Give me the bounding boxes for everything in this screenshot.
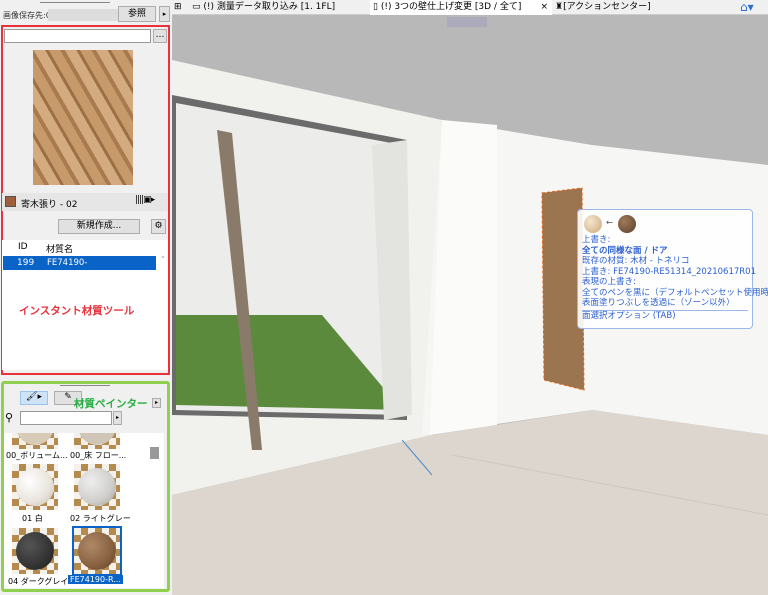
browse-button[interactable]: 参照 xyxy=(118,6,156,22)
material-color-swatch xyxy=(5,196,16,207)
tab-label: (!) 測量データ取り込み [1. 1FL] xyxy=(203,2,336,12)
panel-grip[interactable] xyxy=(60,385,110,386)
search-options-arrow-icon[interactable]: ▸ xyxy=(113,411,122,425)
table-row[interactable]: 199 FE74190-RE51314_202106 xyxy=(3,256,156,282)
tab-action-center[interactable]: ♜[アクションセンター] xyxy=(555,0,651,15)
search-icon: ⚲ xyxy=(5,411,14,424)
material-override-tooltip: ← 上書き: 全ての同様な面 / ドア 既存の材質: 木材 - トネリコ 上書き… xyxy=(577,209,768,329)
tooltip-line: 表現の上書き: xyxy=(582,277,636,287)
arrow-left-icon: ← xyxy=(606,218,614,228)
material-search-input[interactable] xyxy=(20,411,112,425)
tab-3d-active[interactable]: ▯ (!) 3つの壁仕上げ変更 [3D / 全て] × xyxy=(370,0,552,15)
panel-menu-arrow-icon[interactable]: ▸ xyxy=(152,398,161,408)
thumbnail-label: 00_ボリューム... xyxy=(6,451,68,460)
scroll-up-icon[interactable]: ˄ xyxy=(161,256,166,266)
left-panel: 画像保存先:C:¥ 参照 ▸ … 寄木張り - 02 ||||▣▸ 新規作成..… xyxy=(0,0,172,595)
row-name: FE74190-RE51314_202106 xyxy=(47,258,123,282)
tab-label: (!) 3つの壁仕上げ変更 [3D / 全て] xyxy=(380,2,522,12)
thumbnail-label: 01 白 xyxy=(22,514,43,523)
save-path-field[interactable] xyxy=(48,9,118,21)
tooltip-line: 表面塗りつぶしを透過に（ゾーン以外） xyxy=(582,298,735,308)
annotation-instant-material-tool: インスタント材質ツール xyxy=(19,305,135,317)
more-button[interactable]: … xyxy=(153,29,167,43)
material-thumbnail[interactable] xyxy=(12,464,58,510)
material-texture-preview xyxy=(33,50,133,185)
material-name: 寄木張り - 02 xyxy=(21,200,78,210)
column-header-name[interactable]: 材質名 xyxy=(46,242,73,255)
material-thumbnail-list: 00_ボリューム... 00_床 フロー... 01 白 02 ライトグレー 0… xyxy=(4,433,164,588)
thumbnail-label: 02 ライトグレー xyxy=(70,514,131,523)
material-thumbnail-selected[interactable] xyxy=(72,526,122,576)
tooltip-footer: 面選択オプション (TAB) xyxy=(582,309,748,322)
panel-grip[interactable] xyxy=(40,2,110,3)
annotation-material-painter: 材質ペインター xyxy=(74,398,148,410)
tooltip-line: 上書き: FE74190-RE51314_20210617R01 xyxy=(582,266,756,277)
texture-icon[interactable]: ||||▣▸ xyxy=(135,195,155,205)
gear-icon[interactable]: ⚙ xyxy=(151,219,166,234)
tooltip-line: 全てのペンを黒に（デフォルトペンセット使用時） xyxy=(582,287,768,298)
new-material-button[interactable]: 新規作成... xyxy=(58,219,140,234)
row-id: 199 xyxy=(17,258,35,268)
expand-arrow-icon[interactable]: ▸ xyxy=(159,6,170,22)
tooltip-line: 全ての同様な面 / ドア xyxy=(582,245,668,256)
material-path-input[interactable] xyxy=(4,29,151,43)
tab-label: [アクションセンター] xyxy=(563,2,651,12)
tooltip-line: 上書き: xyxy=(582,235,611,245)
existing-material-swatch xyxy=(618,215,636,233)
thumbnail-label: FE74190-R... xyxy=(68,575,123,584)
tooltip-line: 既存の材質: 木材 - トネリコ xyxy=(582,256,690,266)
home-view-icon[interactable]: ⌂▾ xyxy=(740,0,754,15)
material-thumbnail[interactable] xyxy=(74,464,120,510)
paint-bucket-button[interactable]: 🖌▸ xyxy=(20,391,48,405)
tab-grid-icon[interactable]: ⊞ xyxy=(174,0,182,15)
material-thumbnail[interactable] xyxy=(12,528,58,574)
close-icon[interactable]: × xyxy=(540,0,548,15)
new-material-swatch xyxy=(584,215,602,233)
scrollbar-thumb[interactable] xyxy=(150,447,159,459)
tab-bar: ⊞ ▭ (!) 測量データ取り込み [1. 1FL] ▯ (!) 3つの壁仕上げ… xyxy=(172,0,768,15)
view-navigator[interactable] xyxy=(447,17,487,27)
tab-survey[interactable]: ▭ (!) 測量データ取り込み [1. 1FL] xyxy=(192,0,335,15)
thumbnail-label: 04 ダークグレイ xyxy=(8,577,69,586)
thumbnail-label: 00_床 フロー... xyxy=(70,451,127,460)
column-header-id[interactable]: ID xyxy=(18,242,28,252)
